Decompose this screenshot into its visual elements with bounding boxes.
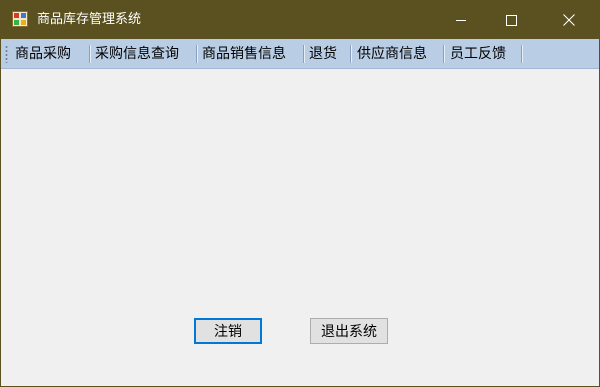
close-icon (563, 14, 575, 26)
menu-item-sales-info[interactable]: 商品销售信息 (202, 44, 286, 64)
minimize-button[interactable] (438, 1, 484, 39)
app-icon (12, 11, 28, 27)
menu-item-returns[interactable]: 退货 (309, 44, 337, 64)
menu-grip[interactable] (5, 45, 8, 63)
menu-bar: 商品采购 采购信息查询 商品销售信息 退货 供应商信息 员工反馈 (1, 39, 599, 69)
menu-separator (196, 45, 197, 63)
exit-system-button[interactable]: 退出系统 (310, 318, 388, 344)
title-bar[interactable]: 商品库存管理系统 (1, 1, 599, 39)
menu-item-employee-feedback[interactable]: 员工反馈 (450, 44, 506, 64)
maximize-icon (505, 14, 517, 26)
menu-item-purchase-query[interactable]: 采购信息查询 (95, 44, 179, 64)
client-area (1, 69, 599, 386)
window-title: 商品库存管理系统 (37, 12, 142, 27)
main-window: 商品库存管理系统 商品采购 采购信息查询 商品销售信息 退货 供应商信息 员工反… (0, 0, 600, 387)
menu-item-supplier-info[interactable]: 供应商信息 (357, 44, 427, 64)
minimize-icon (456, 20, 466, 21)
logout-button[interactable]: 注销 (194, 318, 262, 344)
menu-separator (521, 45, 522, 63)
menu-separator (89, 45, 90, 63)
menu-item-purchase[interactable]: 商品采购 (15, 44, 71, 64)
menu-separator (303, 45, 304, 63)
menu-separator (350, 45, 351, 63)
menu-separator (443, 45, 444, 63)
close-button[interactable] (546, 1, 592, 39)
maximize-button[interactable] (488, 1, 534, 39)
